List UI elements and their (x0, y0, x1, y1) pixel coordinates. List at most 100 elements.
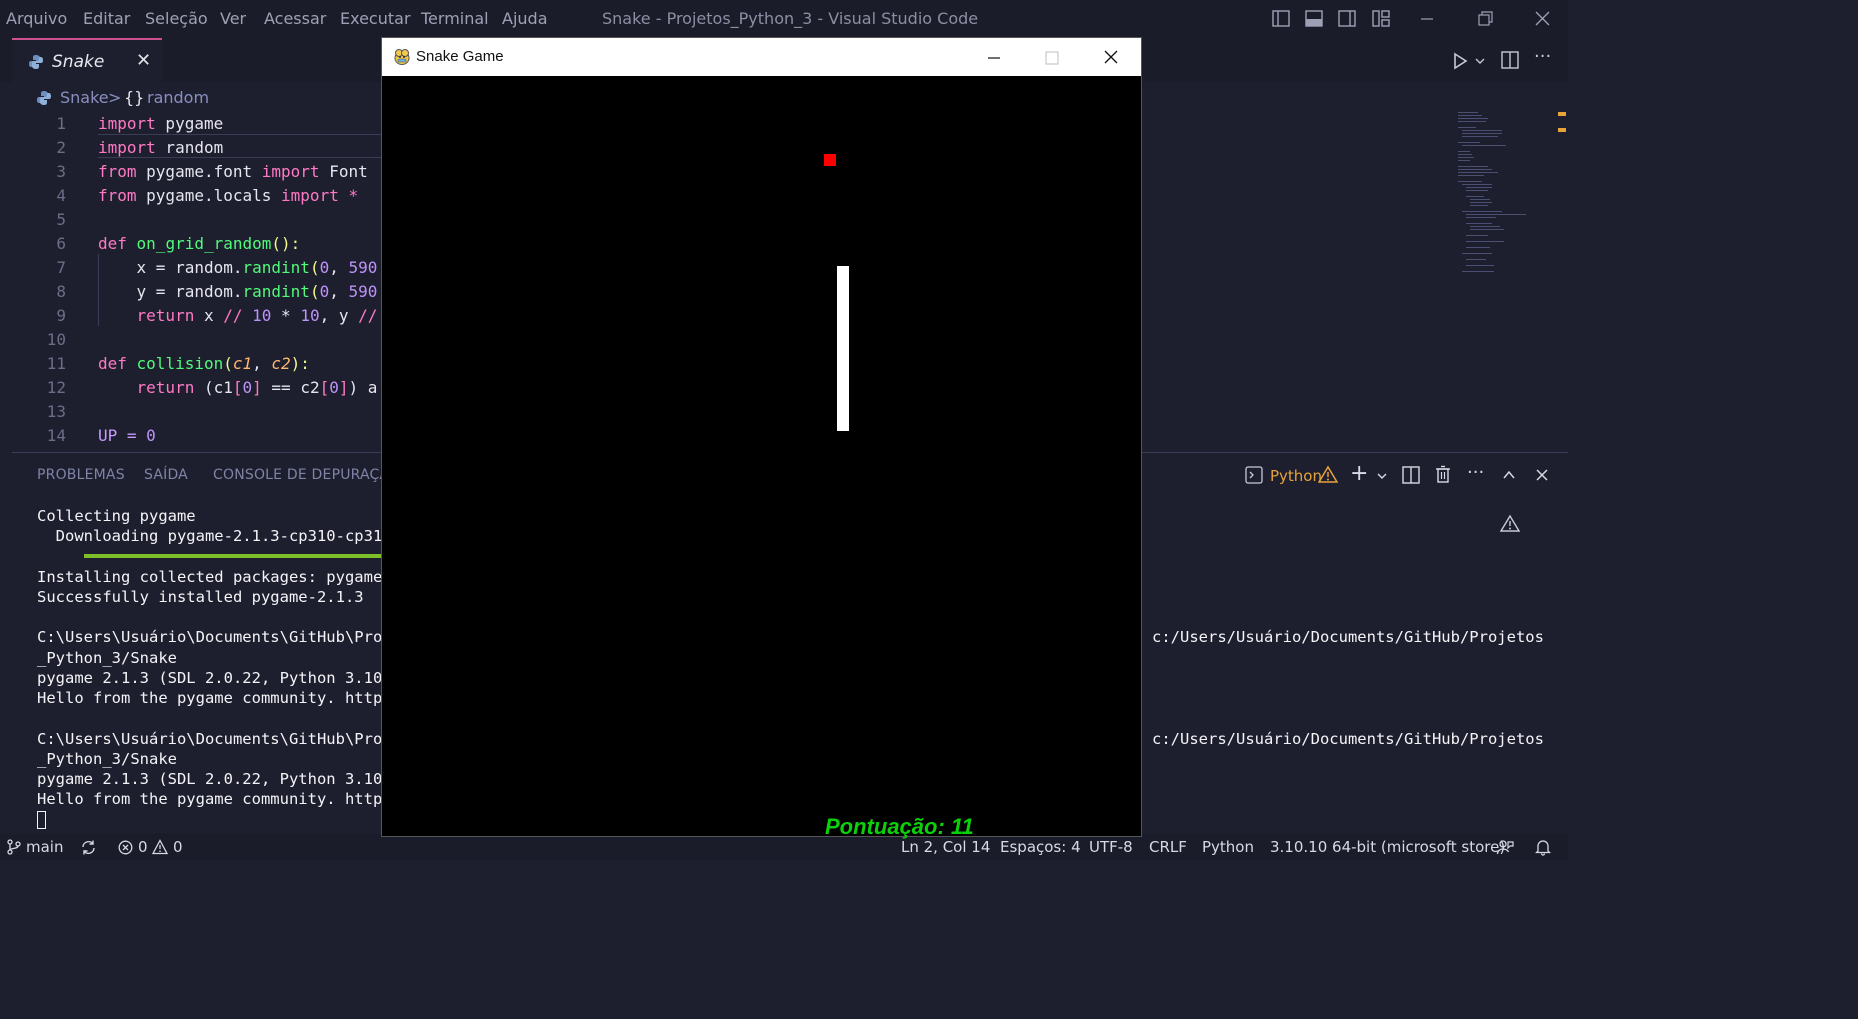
code-editor[interactable]: 1 2 3 4 5 6 7 8 9 10 11 12 13 14 import … (0, 110, 382, 450)
terminal-line: c:/Users/Usuário/Documents/GitHub/Projet… (1152, 628, 1544, 646)
menu-arquivo[interactable]: Arquivo (6, 9, 67, 28)
tab-problems[interactable]: PROBLEMAS (37, 467, 125, 483)
game-canvas[interactable]: Pontuação: 11 (382, 76, 1141, 839)
terminal-line: pygame 2.1.3 (SDL 2.0.22, Python 3.10 (37, 669, 383, 687)
notification-bell-icon[interactable] (1535, 838, 1551, 856)
git-branch[interactable]: main (26, 838, 63, 856)
tab-label: Snake (52, 52, 105, 72)
breadcrumb-file[interactable]: Snake (60, 88, 109, 107)
warning-count[interactable]: 0 (173, 838, 183, 856)
terminal-line: pygame 2.1.3 (SDL 2.0.22, Python 3.10 (37, 770, 383, 788)
menu-selecao[interactable]: Seleção (145, 9, 208, 28)
code-line: import random (98, 138, 224, 157)
terminal-line: _Python_3/Snake (37, 750, 177, 768)
terminal-line: Installing collected packages: pygame (37, 568, 383, 586)
chevron-down-icon[interactable] (1376, 470, 1388, 482)
encoding[interactable]: UTF-8 (1089, 838, 1133, 856)
menu-ver[interactable]: Ver (220, 9, 246, 28)
run-icon[interactable] (1450, 51, 1470, 71)
code-line: return x // 10 * 10, y // (98, 306, 378, 325)
scrollbar-marker (1558, 128, 1566, 132)
warning-icon (1318, 465, 1338, 483)
breadcrumb-separator: > (108, 88, 122, 107)
score-label: Pontuação: 11 (825, 814, 974, 839)
more-actions-icon[interactable]: ··· (1467, 462, 1484, 483)
line-number: 5 (56, 210, 66, 229)
tab-debug-console[interactable]: CONSOLE DE DEPURAÇÃO (213, 467, 400, 483)
window-title: Snake - Projetos_Python_3 - Visual Studi… (602, 9, 979, 28)
python-interpreter[interactable]: 3.10.10 64-bit (microsoft store) (1270, 838, 1505, 856)
braces-icon: {} (124, 88, 145, 107)
terminal-name[interactable]: Python (1270, 467, 1322, 485)
menu-editar[interactable]: Editar (83, 9, 130, 28)
terminal-line: Collecting pygame (37, 507, 196, 525)
tab-close-icon[interactable]: ✕ (136, 50, 151, 71)
code-line: def on_grid_random(): (98, 234, 301, 253)
tab-snake[interactable]: Snake ✕ (12, 38, 162, 82)
line-number: 8 (56, 282, 66, 301)
close-window-icon[interactable] (1533, 10, 1551, 27)
restore-icon[interactable] (1476, 10, 1494, 27)
code-line: UP = 0 (98, 426, 156, 445)
apple (824, 154, 836, 166)
maximize-icon[interactable] (1044, 50, 1060, 66)
line-number: 10 (46, 330, 66, 349)
menu-ajuda[interactable]: Ajuda (502, 9, 548, 28)
feedback-icon[interactable] (1496, 838, 1514, 856)
pygame-logo-icon (394, 49, 410, 65)
terminal-line: C:\Users\Usuário\Documents\GitHub\Pro (37, 730, 383, 748)
terminal-line: c:/Users/Usuário/Documents/GitHub/Projet… (1152, 730, 1544, 748)
split-terminal-icon[interactable] (1402, 466, 1420, 484)
toggle-secondary-sidebar-icon[interactable] (1338, 10, 1356, 27)
minimize-icon[interactable] (1418, 10, 1436, 27)
minimize-icon[interactable] (986, 50, 1002, 66)
snake-game-window[interactable]: Snake Game Pontuação: 11 (382, 38, 1141, 839)
chevron-down-icon[interactable] (1474, 55, 1486, 67)
title-bar: Arquivo Editar Seleção Ver Acessar Execu… (0, 0, 1568, 38)
python-file-icon (29, 55, 43, 69)
game-title-bar[interactable]: Snake Game (382, 38, 1141, 76)
close-panel-icon[interactable] (1535, 468, 1549, 482)
sync-icon[interactable] (80, 839, 97, 856)
terminal-icon (1245, 466, 1263, 484)
customize-layout-icon[interactable] (1372, 10, 1390, 27)
line-ending[interactable]: CRLF (1149, 838, 1187, 856)
code-line: return (c1[0] == c2[0]) a (98, 378, 378, 397)
download-progress-bar (84, 554, 382, 558)
menu-executar[interactable]: Executar (340, 9, 411, 28)
cursor-position[interactable]: Ln 2, Col 14 (901, 838, 990, 856)
indentation[interactable]: Espaços: 4 (1000, 838, 1081, 856)
terminal-line: Downloading pygame-2.1.3-cp310-cp31 (37, 527, 383, 545)
code-line: from pygame.font import Font (98, 162, 368, 181)
error-count[interactable]: 0 (138, 838, 148, 856)
minimap[interactable] (1458, 110, 1558, 280)
game-window-title: Snake Game (416, 48, 504, 65)
code-line: def collision(c1, c2): (98, 354, 310, 373)
warning-icon[interactable] (152, 839, 168, 855)
line-number: 9 (56, 306, 66, 325)
toggle-panel-icon[interactable] (1305, 10, 1323, 27)
line-number: 14 (46, 426, 66, 445)
code-line: from pygame.locals import * (98, 186, 359, 205)
split-editor-icon[interactable] (1501, 51, 1519, 69)
toggle-primary-sidebar-icon[interactable] (1272, 10, 1290, 27)
line-number: 1 (56, 114, 66, 133)
breadcrumb-symbol[interactable]: random (147, 88, 209, 107)
snake-body (837, 266, 849, 431)
error-icon[interactable] (118, 840, 133, 855)
menu-acessar[interactable]: Acessar (264, 9, 326, 28)
line-number: 13 (46, 402, 66, 421)
status-bar: main 0 0 Ln 2, Col 14 Espaços: 4 UTF-8 C… (0, 834, 1568, 860)
trash-icon[interactable] (1434, 465, 1452, 484)
maximize-panel-icon[interactable] (1502, 468, 1516, 482)
terminal-line: Successfully installed pygame-2.1.3 (37, 588, 364, 606)
more-actions-icon[interactable]: ··· (1534, 46, 1551, 67)
tab-output[interactable]: SAÍDA (144, 467, 188, 483)
line-number: 6 (56, 234, 66, 253)
new-terminal-icon[interactable]: + (1350, 461, 1368, 486)
language-mode[interactable]: Python (1202, 838, 1254, 856)
menu-terminal[interactable]: Terminal (421, 9, 489, 28)
python-file-icon (37, 91, 51, 105)
close-icon[interactable] (1103, 49, 1119, 65)
line-number: 3 (56, 162, 66, 181)
